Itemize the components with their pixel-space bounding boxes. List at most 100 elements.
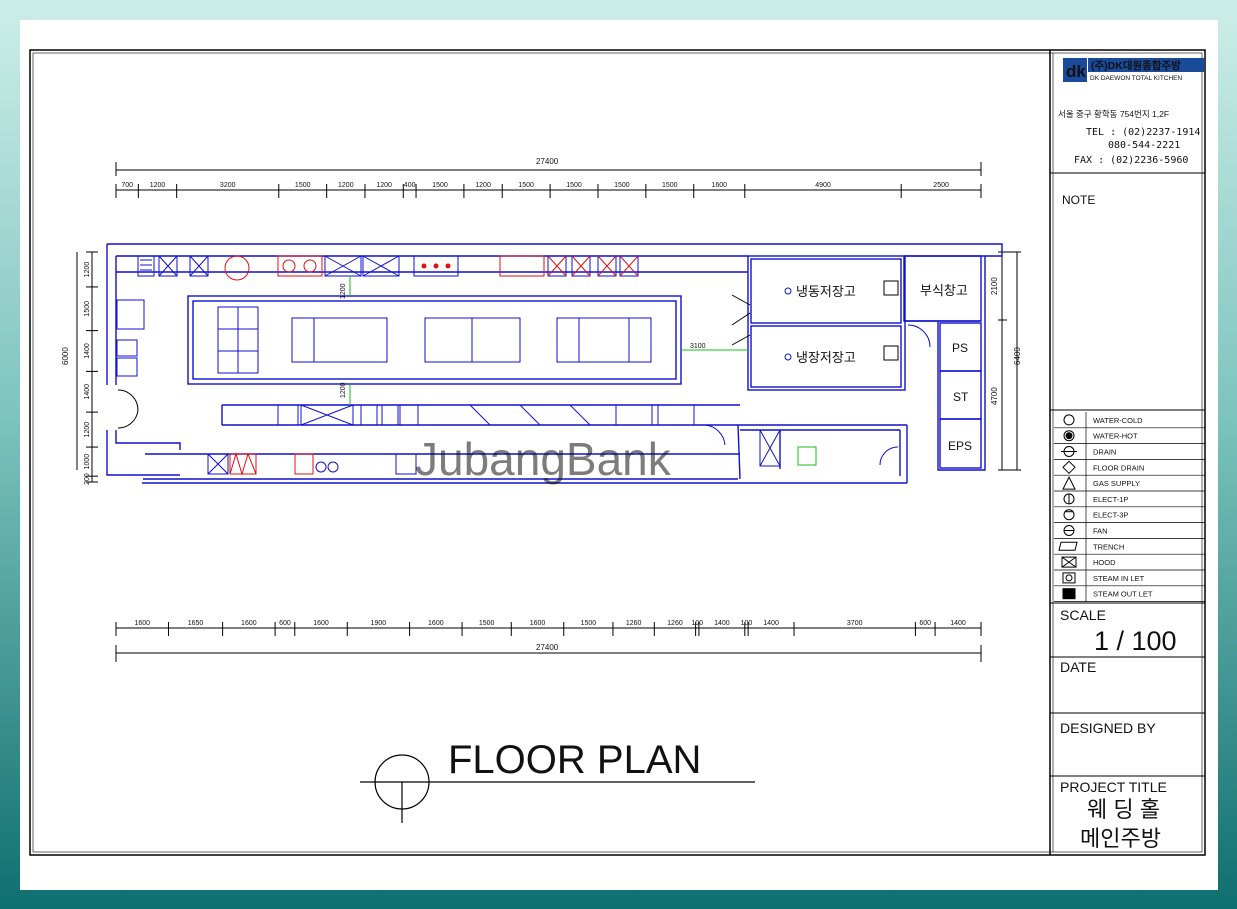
top-dim-11: 1500: [614, 182, 630, 189]
company-tel: TEL : (02)2237-1914: [1086, 127, 1200, 138]
bottom-dim-18: 1400: [950, 620, 966, 627]
bottom-dim-0: 1600: [134, 620, 150, 627]
bottom-dim-11: 1260: [667, 620, 683, 627]
top-total-dimension: 27400: [536, 157, 559, 166]
legend-row: WATER-COLD: [1054, 414, 1205, 429]
legend: WATER-COLD WATER-HOT DRAIN FLOOR DRAIN GAS S…: [1054, 412, 1205, 602]
top-dim-8: 1200: [475, 182, 491, 189]
drawing-sheet: dk (주)DK대원종합주방 DK DAEWON TOTAL KITCHEN 서…: [20, 20, 1218, 890]
bottom-dim-10: 1260: [626, 620, 642, 627]
date-label: DATE: [1060, 659, 1096, 675]
right-dim-1: 2100: [990, 277, 999, 295]
bottom-dim-16: 3700: [847, 620, 863, 627]
top-dim-15: 2500: [933, 182, 949, 189]
bottom-dim-4: 1600: [313, 620, 329, 627]
legend-row: STEAM OUT LET: [1054, 588, 1205, 602]
watermark: JubangBank: [415, 433, 672, 485]
ps-shaft-label: PS: [952, 341, 968, 355]
left-dim-2: 1400: [84, 343, 91, 359]
title-block: dk (주)DK대원종합주방 DK DAEWON TOTAL KITCHEN 서…: [1049, 50, 1205, 855]
legend-row: FAN: [1054, 525, 1205, 539]
legend-label: WATER-HOT: [1093, 432, 1138, 441]
gas-supply-icon: [1062, 475, 1076, 490]
company-logo: dk (주)DK대원종합주방 DK DAEWON TOTAL KITCHEN: [1063, 58, 1204, 82]
fan-icon: [1063, 525, 1075, 536]
left-dim-6: 200: [84, 473, 91, 485]
plan-title: FLOOR PLAN: [448, 738, 701, 782]
water-hot-icon: [1063, 430, 1075, 442]
water-cold-icon: [1063, 414, 1075, 426]
top-dim-7: 1500: [432, 182, 448, 189]
project-title-line2: 메인주방: [1080, 826, 1161, 851]
drain-icon: [1061, 446, 1077, 457]
legend-label: HOOD: [1093, 558, 1116, 567]
project-title-line1: 웨 딩 홀: [1087, 797, 1160, 822]
trench-icon: [1058, 541, 1078, 551]
legend-row: STEAM IN LET: [1054, 572, 1205, 587]
company-address: 서울 중구 황학동 754번지 1,2F: [1058, 109, 1169, 119]
legend-row: ELECT-1P: [1054, 493, 1205, 508]
left-dim-1: 1500: [84, 301, 91, 317]
sub-storage-label: 부식창고: [920, 283, 968, 298]
legend-label: ELECT-1P: [1093, 495, 1128, 504]
inner-dim-2: 1200: [340, 382, 347, 398]
bottom-dim-17: 600: [919, 620, 931, 627]
bottom-dim-5: 1900: [371, 620, 387, 627]
logo-mark-text: dk: [1066, 62, 1086, 81]
top-dimensions: 27400 700 1200 3200 1500 1200 1200 400 1500 1200…: [115, 157, 982, 198]
elect-1p-icon: [1063, 493, 1075, 505]
floor-drain-icon: [1062, 460, 1076, 475]
plan-title-block: FLOOR PLAN: [360, 738, 755, 823]
legend-label: STEAM OUT LET: [1093, 590, 1153, 599]
top-dim-1: 1200: [150, 182, 166, 189]
bottom-dim-2: 1600: [241, 620, 257, 627]
legend-row: HOOD: [1054, 556, 1205, 571]
legend-label: DRAIN: [1093, 448, 1116, 457]
top-dim-14: 4900: [815, 182, 831, 189]
bottom-dim-12: 100: [691, 620, 703, 627]
right-dimensions: 2100 4700 6400: [990, 251, 1022, 471]
note-label: NOTE: [1062, 193, 1095, 207]
top-dim-3: 1500: [295, 182, 311, 189]
left-dim-5: 1000: [84, 454, 91, 470]
right-total-dimension: 6400: [1013, 347, 1022, 365]
legend-label: FLOOR DRAIN: [1093, 463, 1144, 472]
freezer-room-label: 냉동저장고: [796, 284, 856, 299]
legend-label: WATER-COLD: [1093, 416, 1143, 425]
top-dim-5: 1200: [376, 182, 392, 189]
bottom-dim-13: 1400: [714, 620, 730, 627]
left-dim-0: 1200: [84, 262, 91, 278]
bottom-dim-3: 600: [279, 620, 291, 627]
top-dim-9: 1500: [518, 182, 534, 189]
bottom-dim-1: 1650: [188, 620, 204, 627]
legend-row: DRAIN: [1054, 446, 1205, 460]
legend-row: WATER-HOT: [1054, 430, 1205, 444]
top-dim-0: 700: [121, 182, 133, 189]
top-dim-4: 1200: [338, 182, 354, 189]
legend-label: ELECT-3P: [1093, 511, 1128, 520]
left-dim-4: 1200: [84, 422, 91, 438]
legend-row: FLOOR DRAIN: [1054, 460, 1205, 476]
bottom-dim-14: 100: [741, 620, 753, 627]
top-dim-12: 1500: [662, 182, 678, 189]
company-name: (주)DK대원종합주방: [1091, 59, 1181, 72]
bottom-dim-15: 1400: [763, 620, 779, 627]
left-dim-3: 1400: [84, 384, 91, 400]
top-dim-2: 3200: [220, 182, 236, 189]
bottom-dim-9: 1500: [581, 620, 597, 627]
steam-inlet-icon: [1062, 572, 1076, 584]
bottom-dim-7: 1500: [479, 620, 495, 627]
st-shaft-label: ST: [953, 390, 969, 404]
elect-3p-icon: [1063, 509, 1075, 521]
bottom-total-dimension: 27400: [536, 643, 559, 652]
inner-dim-1: 1200: [340, 283, 347, 299]
steam-outlet-icon: [1062, 588, 1076, 600]
designed-by-label: DESIGNED BY: [1060, 720, 1156, 736]
eps-shaft-label: EPS: [948, 439, 972, 453]
inner-dim-3: 3100: [690, 343, 706, 350]
top-dim-13: 1600: [711, 182, 727, 189]
company-fax: FAX : (02)2236-5960: [1074, 155, 1188, 166]
legend-row: GAS SUPPLY: [1054, 475, 1205, 492]
legend-row: TRENCH: [1054, 541, 1205, 555]
bottom-dimensions: 1600 1650 1600 600 1600 1900 1600 1500 1600 1500 1…: [115, 620, 982, 662]
